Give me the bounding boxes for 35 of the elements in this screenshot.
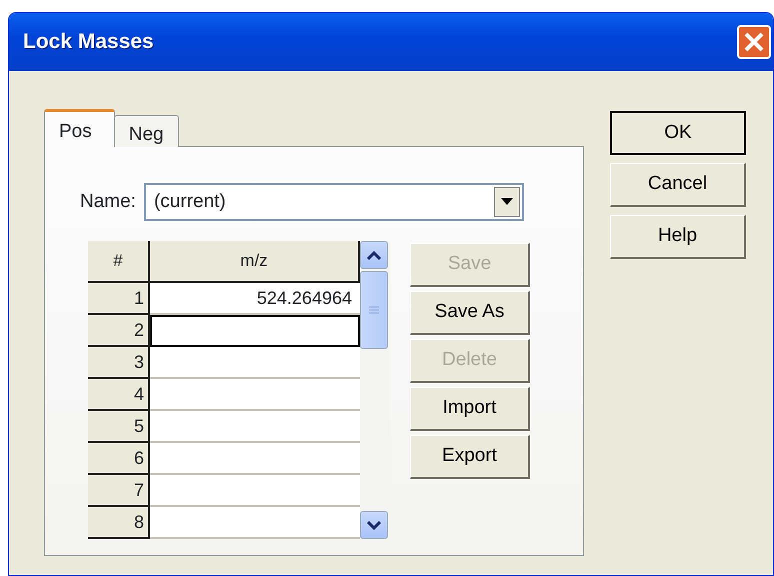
column-header: m/z (150, 241, 360, 283)
scrollbar[interactable] (360, 241, 390, 539)
window-title: Lock Masses (23, 29, 154, 56)
caret-icon (500, 198, 513, 206)
tab[interactable]: Pos (44, 109, 115, 147)
dialog-button[interactable]: Cancel (610, 163, 746, 207)
chevron-up-icon (367, 250, 381, 260)
table-cell[interactable]: 524.264964 (150, 283, 360, 315)
row-number: 4 (88, 379, 150, 411)
row-number: 2 (88, 315, 150, 347)
scroll-up-button[interactable] (360, 241, 388, 269)
dropdown-button[interactable] (494, 187, 520, 217)
column-header: # (88, 241, 150, 283)
dialog-button[interactable]: Help (610, 215, 746, 259)
row-number: 1 (88, 283, 150, 315)
row-number: 8 (88, 507, 150, 539)
chevron-down-icon (367, 520, 381, 530)
close-icon (743, 30, 765, 53)
tab[interactable]: Neg (114, 115, 179, 147)
action-button[interactable]: Save As (410, 291, 530, 335)
row-number: 6 (88, 443, 150, 475)
name-value: (current) (154, 190, 226, 214)
scroll-thumb[interactable] (360, 271, 388, 349)
row-number: 7 (88, 475, 150, 507)
scroll-down-button[interactable] (360, 511, 388, 539)
action-button[interactable]: Export (410, 435, 530, 479)
action-button[interactable]: Import (410, 387, 530, 431)
row-number: 5 (88, 411, 150, 443)
name-dropdown[interactable]: (current) (144, 183, 524, 221)
row-number: 3 (88, 347, 150, 379)
grip-icon (369, 306, 379, 314)
close-button[interactable] (737, 25, 771, 59)
name-label: Name: (80, 190, 136, 214)
dialog-button[interactable]: OK (610, 111, 746, 155)
table-cell[interactable] (150, 315, 360, 347)
